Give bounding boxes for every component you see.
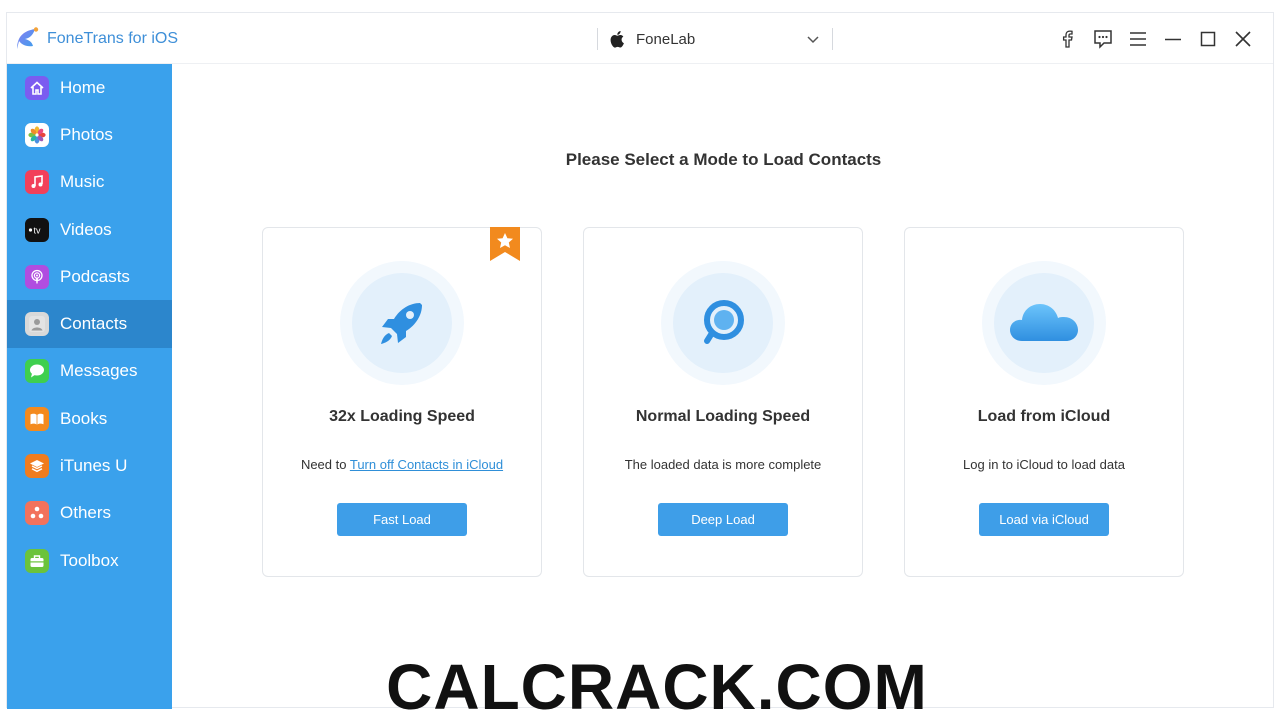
close-button[interactable] [1231, 27, 1255, 51]
sidebar-item-music[interactable]: Music [7, 159, 172, 206]
icon-halo [340, 261, 464, 385]
sidebar-item-others[interactable]: Others [7, 490, 172, 537]
sidebar-item-messages[interactable]: Messages [7, 348, 172, 395]
turn-off-icloud-link[interactable]: Turn off Contacts in iCloud [350, 457, 503, 472]
sidebar-item-label: iTunes U [60, 456, 128, 476]
books-icon [25, 406, 49, 431]
videos-icon: tv [25, 217, 49, 242]
chevron-down-icon[interactable] [806, 32, 820, 46]
messages-icon [25, 359, 49, 384]
sidebar-item-label: Messages [60, 361, 138, 381]
card-description: Need to Turn off Contacts in iCloud [263, 457, 541, 472]
podcasts-icon [25, 264, 49, 289]
apple-icon [610, 31, 624, 48]
sidebar-item-label: Contacts [60, 314, 128, 334]
home-icon [25, 75, 49, 100]
facebook-button[interactable] [1056, 27, 1080, 51]
rocket-icon [381, 303, 422, 344]
card-description: The loaded data is more complete [624, 457, 822, 472]
photos-icon [25, 122, 49, 147]
device-name: FoneLab [636, 30, 696, 48]
sidebar-item-label: Photos [60, 124, 113, 144]
icon-halo [661, 261, 785, 385]
fast-load-card: 32x Loading Speed Need to Turn off Conta… [262, 227, 542, 577]
window-controls [1045, 27, 1255, 51]
sidebar-item-label: Books [60, 408, 108, 428]
sidebar-item-toolbox[interactable]: Toolbox [7, 537, 172, 584]
title-bar: FoneTrans for iOS FoneLab [7, 13, 1273, 64]
hamburger-menu-icon [1130, 32, 1146, 46]
card-title: Load from iCloud [977, 408, 1111, 425]
sidebar-item-label: Home [60, 77, 106, 97]
sidebar-item-itunes-u[interactable]: iTunes U [7, 442, 172, 489]
sidebar-item-label: Podcasts [60, 266, 130, 286]
sidebar-item-contacts[interactable]: Contacts [7, 300, 172, 348]
sidebar-item-label: Others [60, 503, 112, 523]
minimize-icon [1165, 38, 1181, 41]
deep-load-button[interactable]: Deep Load [658, 503, 788, 536]
toolbox-icon [25, 548, 49, 573]
card-description: Log in to iCloud to load data [963, 457, 1125, 472]
app-title: FoneTrans for iOS [47, 30, 179, 47]
menu-button[interactable] [1126, 27, 1150, 51]
magnifier-icon [704, 300, 744, 344]
sidebar-item-photos[interactable]: Photos [7, 111, 172, 158]
fast-load-button[interactable]: Fast Load [337, 503, 467, 536]
svg-text:tv: tv [33, 225, 41, 235]
page-title: Please Select a Mode to Load Contacts [565, 150, 882, 169]
sidebar-item-label: Toolbox [60, 550, 119, 570]
device-selector[interactable]: FoneLab [597, 25, 833, 53]
sidebar-item-books[interactable]: Books [7, 395, 172, 442]
sidebar-item-label: Videos [60, 219, 112, 239]
maximize-button[interactable] [1196, 27, 1220, 51]
music-icon [25, 170, 49, 195]
fonetrans-logo-icon [17, 27, 39, 49]
app-brand: FoneTrans for iOS [13, 25, 178, 53]
main-content: Please Select a Mode to Load Contacts 32… [172, 64, 1275, 709]
icloud-icon [1010, 304, 1078, 341]
card-title: 32x Loading Speed [329, 408, 475, 425]
icon-circle [994, 273, 1094, 373]
feedback-button[interactable] [1091, 27, 1115, 51]
facebook-icon [1062, 30, 1073, 48]
minimize-button[interactable] [1161, 27, 1185, 51]
sidebar-item-podcasts[interactable]: Podcasts [7, 253, 172, 300]
sidebar-item-label: Music [60, 172, 105, 192]
icon-circle [673, 273, 773, 373]
star-ribbon-icon [490, 227, 520, 261]
contacts-icon [25, 312, 49, 337]
deep-load-card: Normal Loading Speed The loaded data is … [583, 227, 863, 577]
sidebar-item-videos[interactable]: tv Videos [7, 206, 172, 253]
load-via-icloud-button[interactable]: Load via iCloud [979, 503, 1109, 536]
divider [832, 28, 833, 50]
card-title: Normal Loading Speed [635, 408, 811, 425]
icon-circle [352, 273, 452, 373]
app-window: FoneTrans for iOS FoneLab Home Photos Mu… [6, 12, 1275, 709]
divider [597, 28, 598, 50]
icloud-load-card: Load from iCloud Log in to iCloud to loa… [904, 227, 1184, 577]
icon-halo [982, 261, 1106, 385]
sidebar: Home Photos Music tv Videos Podcasts Con… [7, 64, 172, 709]
others-icon [25, 501, 49, 526]
close-icon [1235, 31, 1251, 47]
watermark-text: CALCRACK.COM [386, 651, 928, 720]
chat-feedback-icon [1094, 30, 1112, 49]
itunes-u-icon [25, 454, 49, 479]
card-description-text: Need to [300, 457, 350, 472]
maximize-icon [1200, 31, 1216, 47]
sidebar-item-home[interactable]: Home [7, 64, 172, 111]
